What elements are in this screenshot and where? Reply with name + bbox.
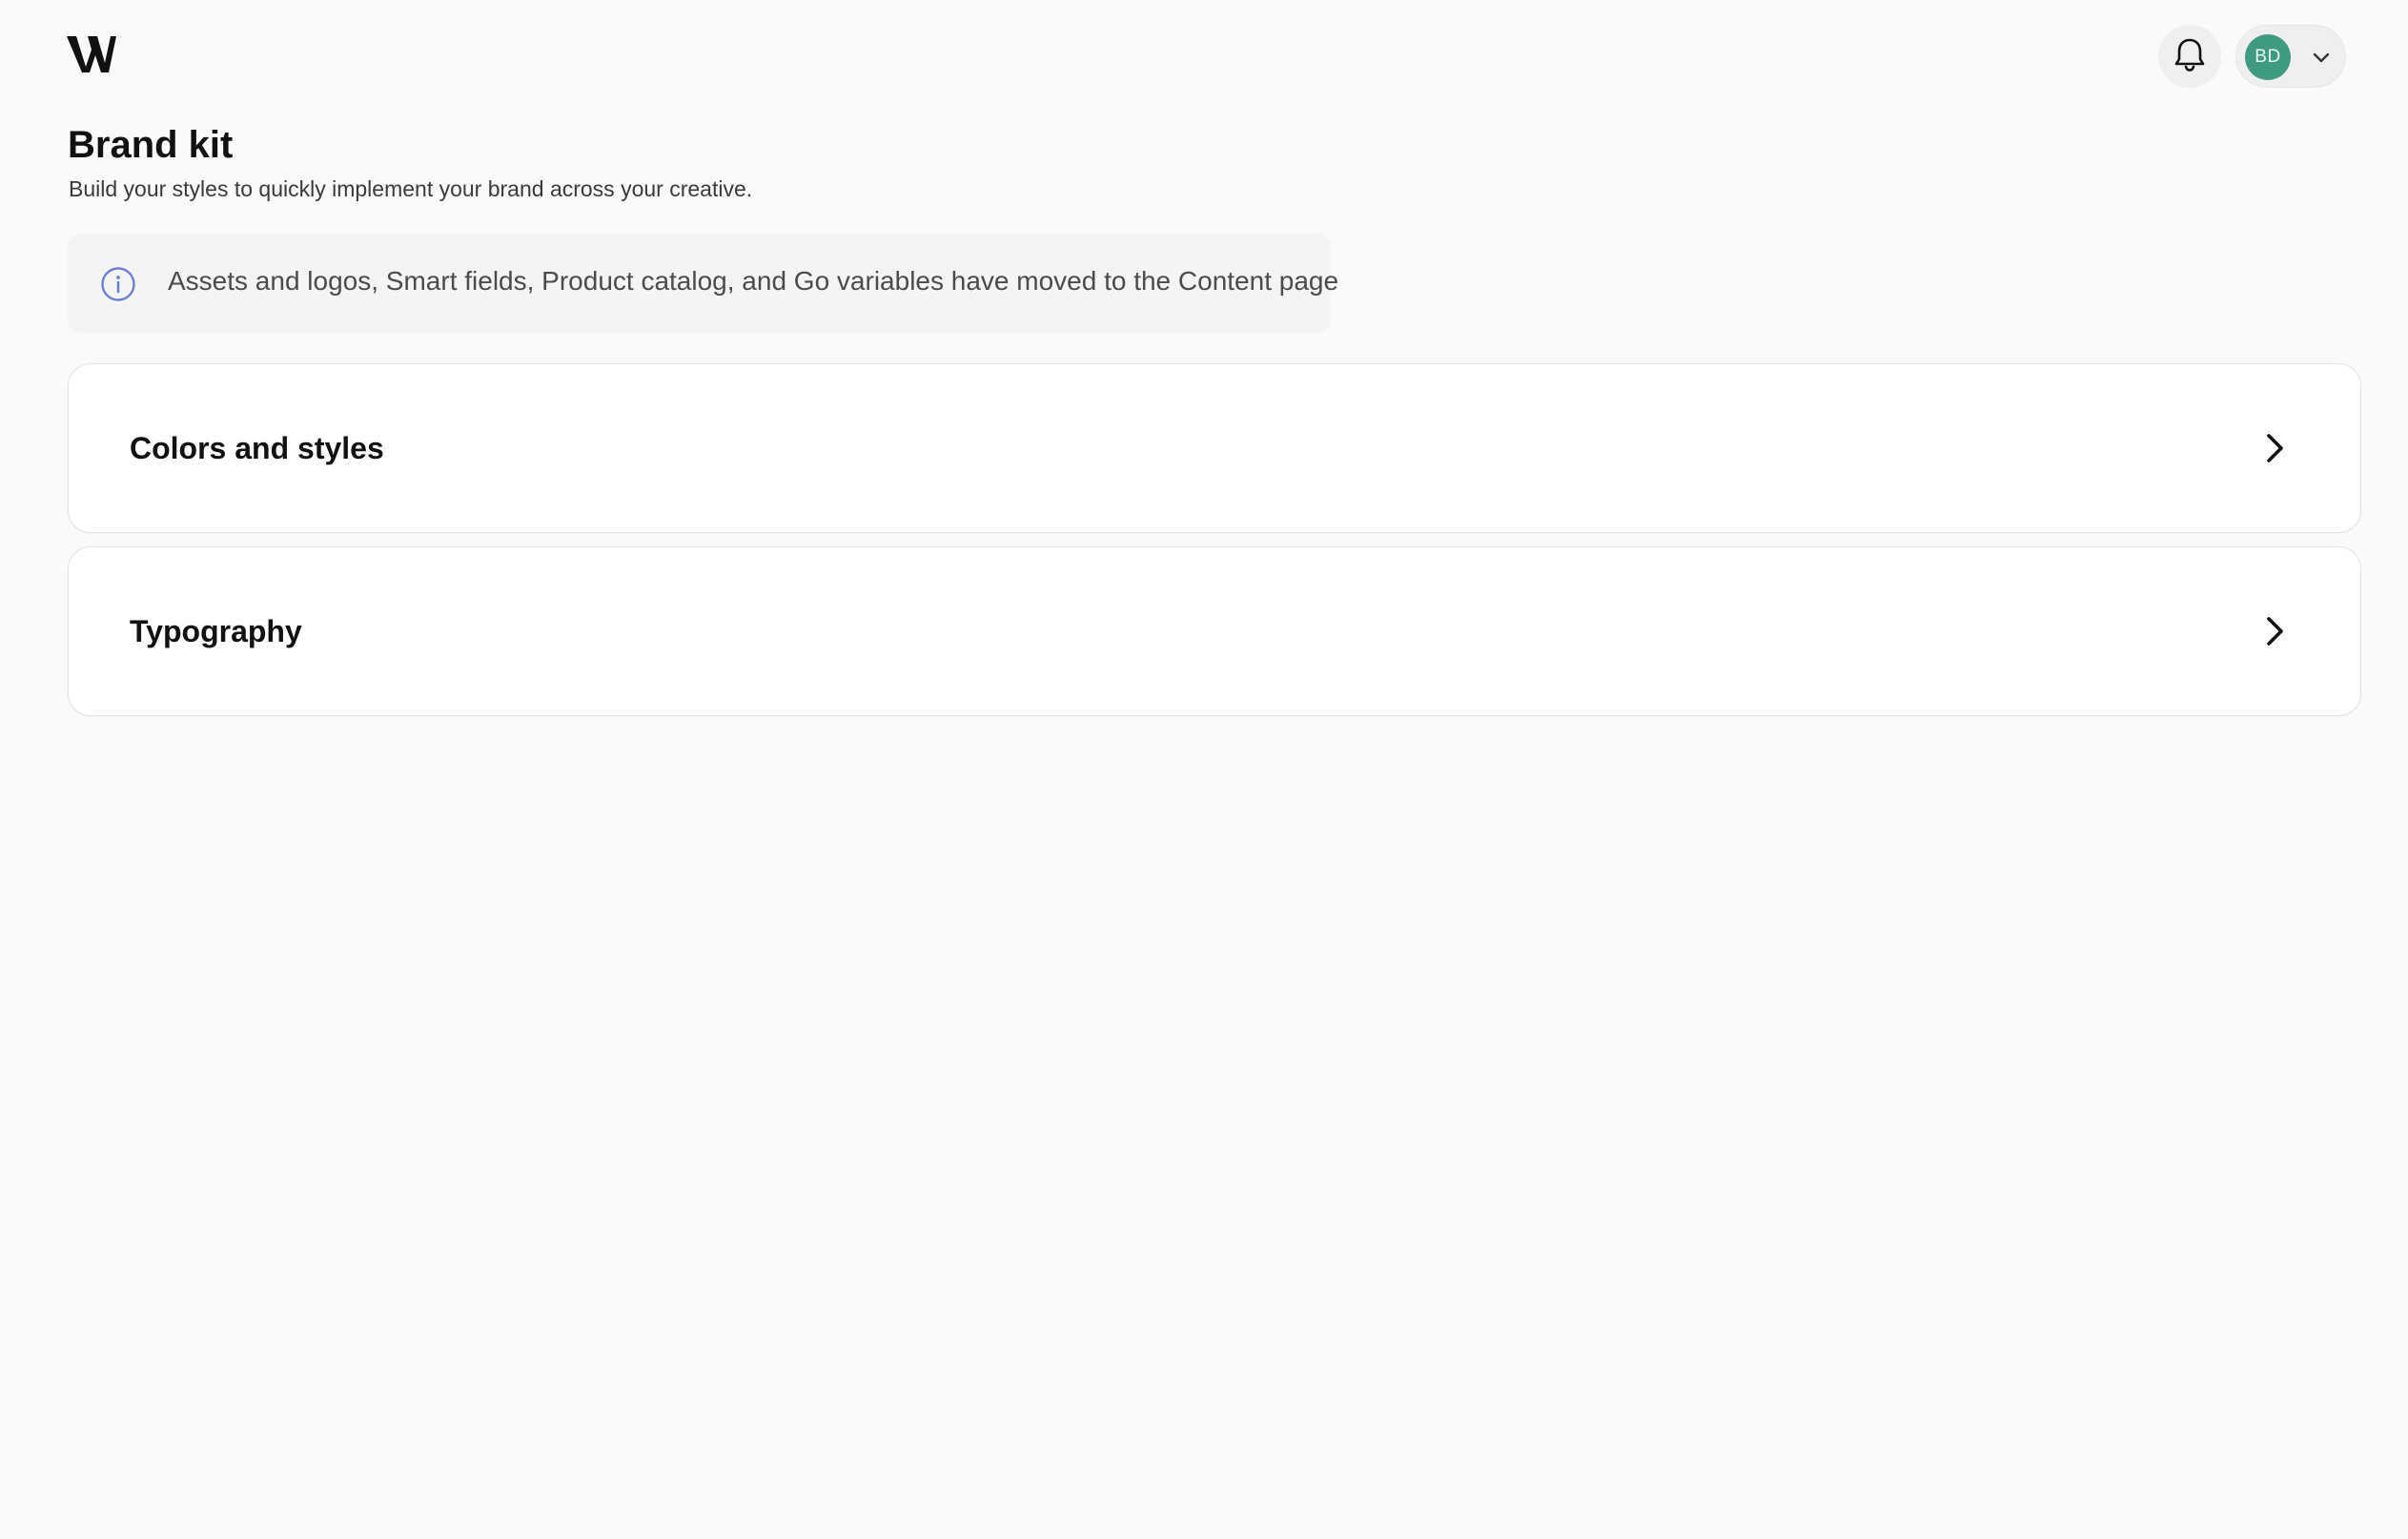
top-bar: BD: [0, 0, 2408, 111]
bell-icon: [2173, 36, 2207, 77]
account-menu-button[interactable]: BD: [2235, 25, 2346, 88]
info-circle-icon: [100, 266, 136, 302]
page-title: Brand kit: [68, 124, 234, 166]
page-subtitle: Build your styles to quickly implement y…: [69, 176, 753, 201]
info-banner: Assets and logos, Smart fields, Product …: [68, 234, 1338, 333]
notifications-button[interactable]: [2158, 25, 2221, 88]
section-card-typography[interactable]: Typography: [68, 546, 2361, 716]
avatar: BD: [2245, 34, 2291, 80]
chevron-right-icon: [2257, 431, 2292, 465]
section-card-colors-and-styles[interactable]: Colors and styles: [68, 363, 2361, 533]
brand-logo-icon[interactable]: [67, 32, 116, 76]
info-banner-text: Assets and logos, Smart fields, Product …: [168, 266, 1339, 296]
section-card-label: Typography: [130, 614, 302, 648]
chevron-down-icon: [2311, 47, 2332, 68]
section-card-label: Colors and styles: [130, 431, 384, 465]
chevron-right-icon: [2257, 614, 2292, 648]
